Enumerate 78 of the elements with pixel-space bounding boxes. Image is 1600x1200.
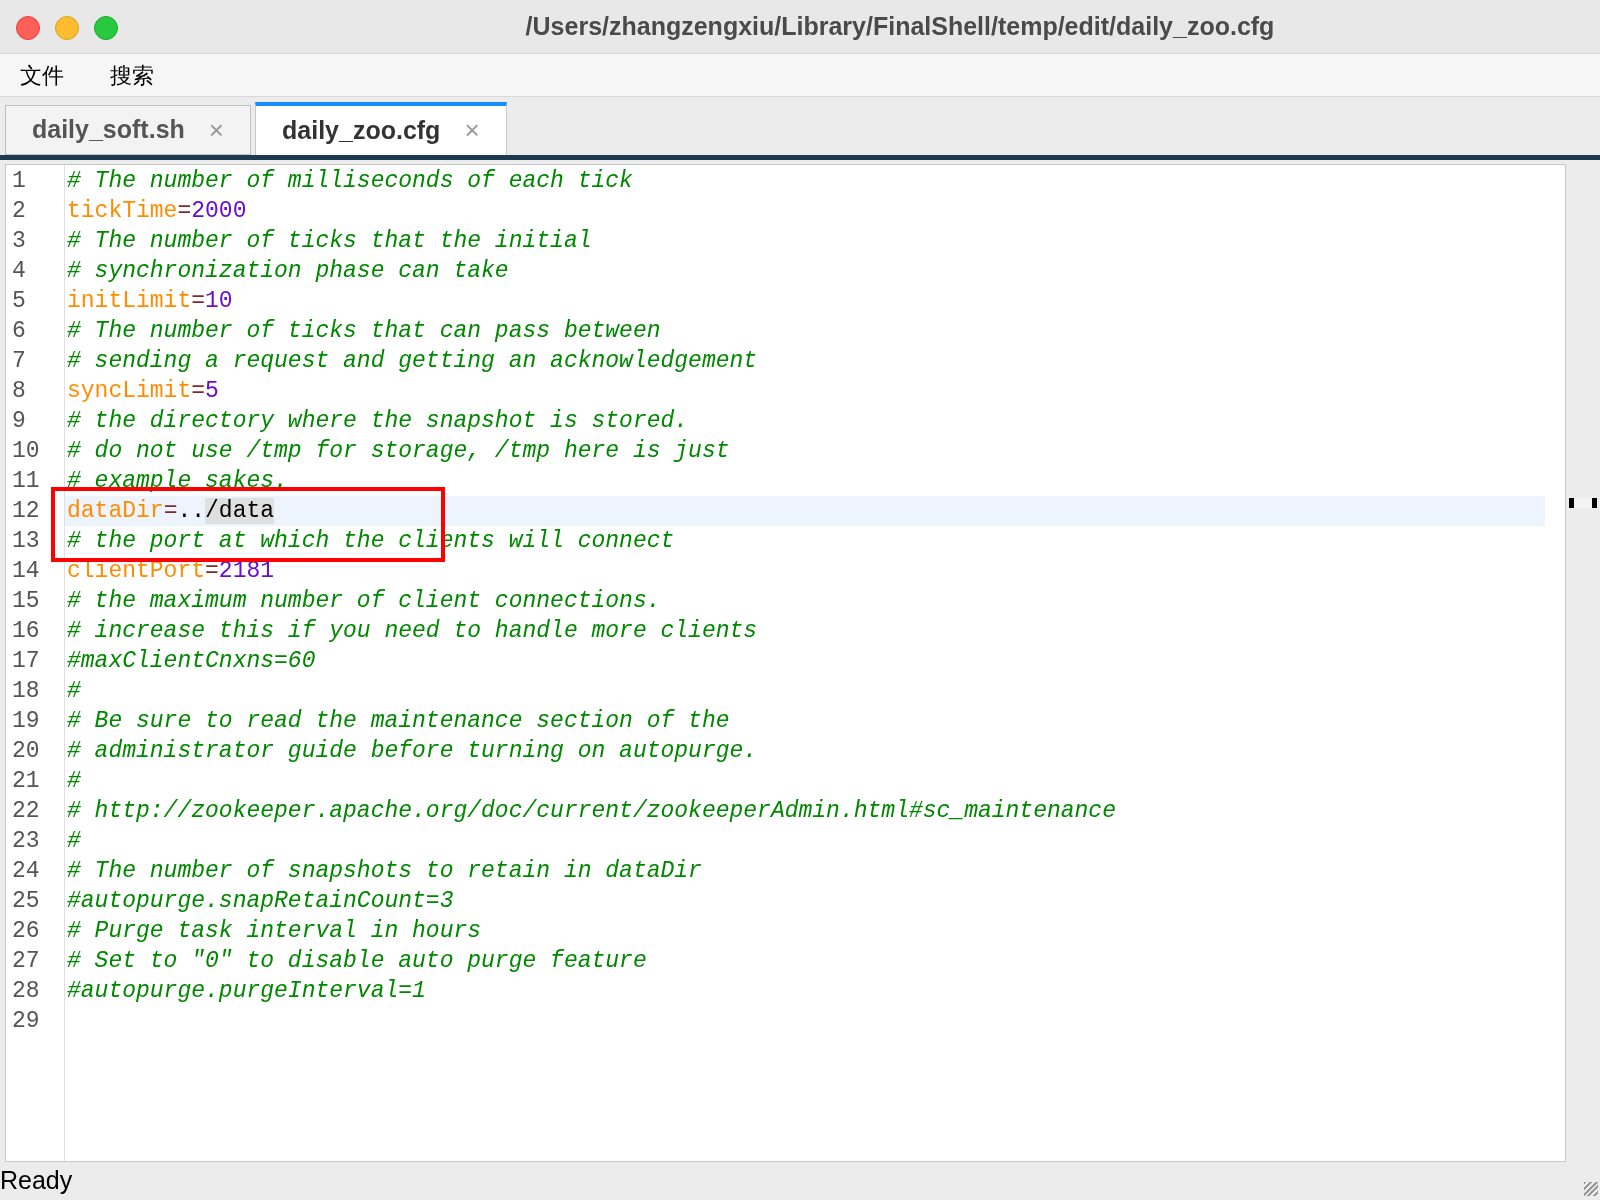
line-number: 18 <box>11 677 41 706</box>
config-key: initLimit <box>67 288 192 314</box>
line-number: 19 <box>11 707 41 736</box>
code-comment: # sending a request and getting an acknowledgement <box>67 348 758 374</box>
config-key: clientPort <box>67 558 206 584</box>
line-number: 8 <box>11 377 27 406</box>
code-comment: # The number of snapshots to retain in dataDir <box>67 858 702 884</box>
code-comment: # <box>67 828 81 854</box>
line-number: 15 <box>11 587 41 616</box>
line-number: 25 <box>11 887 41 916</box>
code-comment: # the maximum number of client connections. <box>67 588 661 614</box>
line-number: 7 <box>11 347 27 376</box>
line-number: 20 <box>11 737 41 766</box>
line-number: 6 <box>11 317 27 346</box>
code-comment: # the directory where the snapshot is stored. <box>67 408 689 434</box>
file-tab[interactable]: daily_zoo.cfg × <box>255 102 507 155</box>
code-comment: # Be sure to read the maintenance section of the <box>67 708 730 734</box>
config-key: dataDir <box>67 498 164 524</box>
code-comment: #autopurge.purgeInterval=1 <box>67 978 426 1004</box>
code-comment: # increase this if you need to handle more clients <box>67 618 758 644</box>
equals-sign: = <box>191 378 206 404</box>
code-comment: # Set to "0" to disable auto purge feature <box>67 948 647 974</box>
config-key: syncLimit <box>67 378 192 404</box>
line-number: 16 <box>11 617 41 646</box>
line-number: 17 <box>11 647 41 676</box>
line-number: 27 <box>11 947 41 976</box>
code-comment: #maxClientCnxns=60 <box>67 648 316 674</box>
code-comment: # The number of ticks that can pass between <box>67 318 661 344</box>
file-tab[interactable]: daily_soft.sh × <box>5 105 251 155</box>
resize-grip-icon[interactable] <box>1584 1182 1598 1196</box>
line-number: 21 <box>11 767 41 796</box>
line-number: 11 <box>11 467 41 496</box>
line-number: 1 <box>11 167 27 196</box>
line-number: 23 <box>11 827 41 856</box>
close-window-icon[interactable] <box>16 16 40 40</box>
config-value: 5 <box>205 378 219 404</box>
equals-sign: = <box>163 498 178 524</box>
menu-item[interactable]: 文件 <box>20 58 64 92</box>
line-number: 22 <box>11 797 41 826</box>
code-comment: # administrator guide before turning on autopurge. <box>67 738 758 764</box>
line-number: 3 <box>11 227 27 256</box>
line-number: 5 <box>11 287 27 316</box>
maximize-window-icon[interactable] <box>94 16 118 40</box>
line-number: 26 <box>11 917 41 946</box>
equals-sign: = <box>191 288 206 314</box>
menu-item[interactable]: 搜索 <box>110 58 154 92</box>
selected-text: /data <box>205 498 275 524</box>
code-comment: # synchronization phase can take <box>67 258 509 284</box>
line-number: 10 <box>11 437 41 466</box>
window-title: /Users/zhangzengxiu/Library/FinalShell/temp/edit/daily_zoo.cfg <box>525 10 1275 42</box>
code-comment: # <box>67 678 81 704</box>
line-number: 29 <box>11 1007 41 1036</box>
code-comment: # <box>67 768 81 794</box>
line-number: 9 <box>11 407 27 436</box>
code-comment: # do not use /tmp for storage, /tmp here is just <box>67 438 730 464</box>
config-value: 10 <box>205 288 233 314</box>
code-comment: # The number of ticks that the initial <box>67 228 592 254</box>
config-key: tickTime <box>67 198 178 224</box>
split-handle-icon[interactable] <box>1569 498 1597 508</box>
config-value: 2000 <box>191 198 247 224</box>
line-number: 14 <box>11 557 41 586</box>
line-number: 4 <box>11 257 27 286</box>
line-number: 13 <box>11 527 41 556</box>
tab-label: daily_soft.sh <box>32 114 185 146</box>
line-number: 24 <box>11 857 41 886</box>
line-number: 2 <box>11 197 27 226</box>
status-text: Ready <box>0 1165 73 1197</box>
minimize-window-icon[interactable] <box>55 16 79 40</box>
code-comment: # http://zookeeper.apache.org/doc/current/zookeeperAdmin.html#sc_maintenance <box>67 798 1116 824</box>
equals-sign: = <box>205 558 219 584</box>
tab-label: daily_zoo.cfg <box>282 114 441 146</box>
code-comment: #autopurge.snapRetainCount=3 <box>67 888 454 914</box>
code-comment: # Purge task interval in hours <box>67 918 482 944</box>
line-number: 12 <box>11 497 41 526</box>
code-text: .. <box>177 498 206 524</box>
equals-sign: = <box>177 198 192 224</box>
code-comment: # The number of milliseconds of each tick <box>67 168 633 194</box>
line-number: 28 <box>11 977 41 1006</box>
